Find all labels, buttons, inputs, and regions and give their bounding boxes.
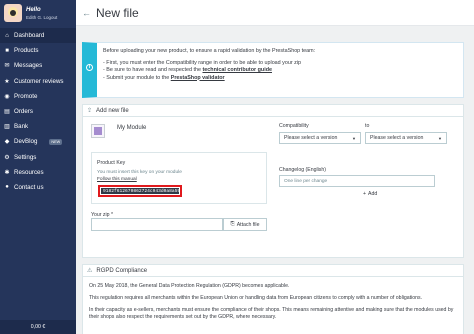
sidebar-item-customer-reviews[interactable]: ★ Customer reviews (0, 74, 76, 89)
zip-file-input[interactable] (91, 218, 223, 231)
sidebar-item-devblog[interactable]: ◆ DevBlog NEW (0, 134, 76, 149)
sidebar-item-products[interactable]: ■ Products (0, 43, 76, 58)
cart-total[interactable]: 0,00 € (0, 320, 76, 334)
star-icon: ★ (4, 78, 10, 85)
page-header: ← New file (76, 0, 474, 26)
changelog-input[interactable]: One line per change (279, 175, 435, 187)
rgpd-paragraph: This regulation requires all merchants w… (89, 295, 423, 301)
sidebar-item-label: Messages (14, 62, 43, 70)
module-name: My Module (117, 125, 147, 131)
info-alert: i Before uploading your new product, to … (82, 42, 464, 98)
sidebar-item-label: Contact us (14, 183, 44, 191)
sidebar-item-label: Dashboard (14, 32, 45, 40)
cart-icon: ▤ (4, 109, 10, 116)
home-icon: ⌂ (5, 32, 9, 39)
product-key-label: Product Key (97, 160, 126, 166)
module-thumbnail (91, 124, 105, 138)
card-title: Add new file (96, 107, 129, 114)
upload-icon: ⇪ (87, 108, 93, 114)
avatar[interactable] (4, 4, 22, 22)
user-box: Hello Edith G. Logout (0, 0, 76, 26)
compatibility-to-select[interactable]: Please select a version ▼ (365, 132, 447, 144)
add-label: Add (368, 191, 378, 197)
product-key-value: 9182f612670862724c943d0a8a5972 (101, 188, 179, 194)
warning-icon: ⚠ (87, 268, 93, 274)
attach-file-button[interactable]: ⎘ Attach file (223, 218, 267, 231)
card-header: ⇪ Add new file (83, 105, 463, 117)
sidebar-nav: ⌂ Dashboard ■ Products ✉ Messages ★ Cust… (0, 28, 76, 195)
gear-icon: ⚙ (4, 154, 10, 161)
sidebar-item-messages[interactable]: ✉ Messages (0, 58, 76, 73)
sidebar-item-label: Resources (14, 168, 44, 176)
product-key-box: Product Key You must insert this key on … (91, 152, 267, 204)
sidebar-item-contact-us[interactable]: ● Contact us (0, 180, 76, 195)
rgpd-body: On 25 May 2018, the General Data Protect… (83, 277, 463, 332)
chevron-down-icon: ▼ (438, 135, 442, 141)
dropbox-icon: ◆ (4, 139, 10, 146)
info-icon: i (86, 64, 93, 71)
changelog-label: Changelog (English) (279, 167, 327, 173)
to-label: to (365, 123, 370, 129)
attach-file-label: Attach file (236, 221, 260, 228)
envelope-icon: ✉ (4, 63, 10, 70)
plus-icon: + (363, 191, 367, 197)
rgpd-paragraph: In their capacity as e-sellers, merchant… (89, 307, 454, 320)
info-intro: Before uploading your new product, to en… (103, 48, 316, 54)
sidebar-item-dashboard[interactable]: ⌂ Dashboard (0, 28, 76, 44)
validator-link[interactable]: PrestaShop validator (171, 75, 225, 81)
compatibility-label: Compatibility (279, 123, 309, 129)
product-key-help: You must insert this key on your module (97, 170, 182, 175)
add-changelog-button[interactable]: + Add (363, 191, 377, 197)
sidebar-item-label: Orders (14, 108, 33, 116)
sidebar-item-bank[interactable]: ▥ Bank (0, 119, 76, 134)
paperclip-icon: ⎘ (230, 221, 235, 227)
follow-manual-link[interactable]: Follow this manual (97, 177, 137, 182)
chevron-down-icon: ▼ (352, 135, 356, 141)
support-icon: ✱ (4, 169, 10, 176)
box-icon: ■ (5, 47, 9, 54)
product-key-field[interactable]: 9182f612670862724c943d0a8a5972 (98, 185, 182, 197)
info-line-2: - Be sure to have read and respected the… (103, 67, 272, 74)
compatibility-from-select[interactable]: Please select a version ▼ (279, 132, 361, 144)
sidebar-item-promote[interactable]: ◉ Promote (0, 89, 76, 104)
sidebar: Hello Edith G. Logout ⌂ Dashboard ■ Prod… (0, 0, 76, 334)
info-line-3: - Submit your module to the PrestaShop v… (103, 74, 225, 81)
info-line-1: - First, you must enter the Compatibilit… (103, 60, 302, 67)
card-header: ⚠ RGPD Compliance (83, 265, 463, 277)
contributor-guide-link[interactable]: technical contributor guide (203, 67, 272, 73)
arrow-left-icon[interactable]: ← (82, 8, 91, 18)
sidebar-item-label: Bank (14, 123, 29, 131)
bank-icon: ▥ (4, 124, 10, 131)
sidebar-item-label: Products (14, 47, 39, 55)
rgpd-title: RGPD Compliance (96, 267, 148, 274)
sidebar-item-orders[interactable]: ▤ Orders (0, 104, 76, 119)
add-file-card: ⇪ Add new file My Module Product Key You… (82, 104, 464, 258)
sidebar-item-resources[interactable]: ✱ Resources (0, 165, 76, 180)
rgpd-paragraph: On 25 May 2018, the General Data Protect… (89, 283, 290, 289)
sidebar-item-label: Settings (14, 153, 37, 161)
sidebar-item-label: Promote (14, 92, 38, 100)
new-badge: NEW (49, 138, 63, 145)
rgpd-card: ⚠ RGPD Compliance On 25 May 2018, the Ge… (82, 264, 464, 334)
greeting: Hello (26, 6, 41, 13)
sidebar-item-label: DevBlog (14, 138, 38, 146)
main-content: i Before uploading your new product, to … (76, 26, 474, 334)
sidebar-item-label: Customer reviews (14, 77, 64, 85)
bullhorn-icon: ◉ (4, 93, 10, 100)
sidebar-item-settings[interactable]: ⚙ Settings (0, 150, 76, 165)
contact-icon: ● (5, 184, 9, 191)
user-name-logout[interactable]: Edith G. Logout (26, 15, 57, 20)
page-title: New file (96, 5, 139, 20)
